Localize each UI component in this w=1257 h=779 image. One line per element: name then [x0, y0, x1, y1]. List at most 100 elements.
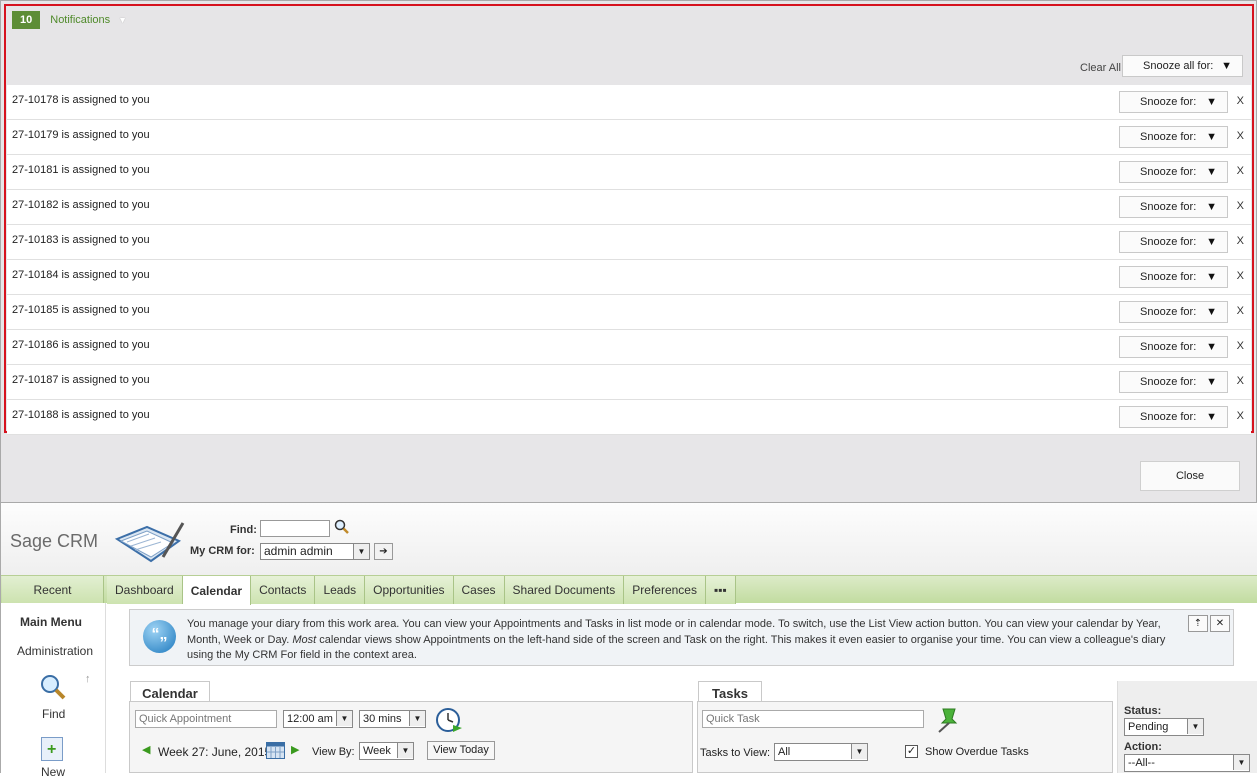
clear-all-link[interactable]: Clear All — [1080, 62, 1121, 74]
dismiss-notification-button[interactable]: X — [1237, 305, 1244, 317]
mycrm-select[interactable]: admin admin ▼ — [260, 543, 370, 560]
caret-down-icon: ▼ — [1206, 306, 1217, 318]
tasks-to-view-value: All — [778, 746, 791, 758]
notification-text: 27-10181 is assigned to you — [12, 164, 150, 176]
notification-text: 27-10178 is assigned to you — [12, 94, 150, 106]
notification-row: 27-10185 is assigned to you Snooze for: ▼ X — [7, 295, 1251, 330]
notification-title[interactable]: Notifications — [50, 14, 110, 26]
dismiss-notification-button[interactable]: X — [1237, 340, 1244, 352]
notification-header[interactable]: 10 Notifications ▼ — [12, 10, 127, 30]
pushpin-icon[interactable] — [933, 705, 961, 733]
close-info-icon[interactable]: ✕ — [1210, 615, 1230, 632]
snooze-label: Snooze for: — [1140, 271, 1197, 283]
snooze-dropdown[interactable]: Snooze for: ▼ — [1119, 196, 1228, 218]
quick-appointment-input[interactable]: Quick Appointment — [135, 710, 277, 728]
diary-icon — [114, 522, 185, 563]
magnifier-icon[interactable] — [39, 673, 67, 701]
time-value: 12:00 am — [287, 713, 333, 725]
find-input[interactable] — [260, 520, 330, 537]
collapse-info-icon[interactable]: ⇡ — [1188, 615, 1208, 632]
tab-shared-documents[interactable]: Shared Documents — [504, 576, 625, 604]
tab-more[interactable]: ▪▪▪ — [705, 576, 736, 604]
caret-down-icon: ▼ — [1206, 271, 1217, 283]
notification-text: 27-10183 is assigned to you — [12, 234, 150, 246]
view-by-label: View By: — [312, 746, 355, 758]
new-menu-label[interactable]: New — [41, 765, 65, 779]
caret-down-icon[interactable]: ▼ — [118, 15, 127, 25]
snooze-dropdown[interactable]: Snooze for: ▼ — [1119, 336, 1228, 358]
tasks-to-view-select[interactable]: All ▼ — [774, 743, 868, 761]
tab-leads[interactable]: Leads — [315, 576, 366, 604]
close-button[interactable]: Close — [1140, 461, 1240, 491]
tab-opportunities[interactable]: Opportunities — [365, 576, 454, 604]
snooze-dropdown[interactable]: Snooze for: ▼ — [1119, 371, 1228, 393]
clock-add-icon[interactable] — [435, 707, 463, 733]
snooze-dropdown[interactable]: Snooze for: ▼ — [1119, 161, 1228, 183]
duration-select[interactable]: 30 mins ▼ — [359, 710, 426, 728]
dismiss-notification-button[interactable]: X — [1237, 200, 1244, 212]
caret-down-icon: ▼ — [1206, 201, 1217, 213]
snooze-label: Snooze for: — [1140, 376, 1197, 388]
dismiss-notification-button[interactable]: X — [1237, 130, 1244, 142]
notification-count-badge: 10 — [12, 11, 41, 29]
mycrm-value: admin admin — [264, 544, 333, 558]
snooze-label: Snooze for: — [1140, 131, 1197, 143]
notification-row: 27-10178 is assigned to you Snooze for: ▼ X — [7, 85, 1251, 120]
snooze-dropdown[interactable]: Snooze for: ▼ — [1119, 231, 1228, 253]
new-icon[interactable]: + — [41, 737, 63, 761]
view-today-button[interactable]: View Today — [427, 741, 495, 760]
tab-preferences[interactable]: Preferences — [624, 576, 706, 604]
dismiss-notification-button[interactable]: X — [1237, 235, 1244, 247]
quick-task-input[interactable]: Quick Task — [702, 710, 924, 728]
snooze-dropdown[interactable]: Snooze for: ▼ — [1119, 406, 1228, 428]
dismiss-notification-button[interactable]: X — [1237, 270, 1244, 282]
show-overdue-checkbox[interactable]: ✓ — [905, 745, 918, 758]
view-by-select[interactable]: Week ▼ — [359, 742, 414, 760]
notification-text: 27-10185 is assigned to you — [12, 304, 150, 316]
snooze-dropdown[interactable]: Snooze for: ▼ — [1119, 91, 1228, 113]
action-select[interactable]: --All-- ▼ — [1124, 754, 1250, 772]
caret-down-icon: ▼ — [1206, 236, 1217, 248]
tab-calendar[interactable]: Calendar — [182, 576, 252, 605]
caret-down-icon: ▼ — [1206, 131, 1217, 143]
notification-text: 27-10182 is assigned to you — [12, 199, 150, 211]
snooze-label: Snooze for: — [1140, 411, 1197, 423]
dismiss-notification-button[interactable]: X — [1237, 165, 1244, 177]
snooze-dropdown[interactable]: Snooze for: ▼ — [1119, 126, 1228, 148]
next-week-icon[interactable]: ▶ — [291, 743, 299, 756]
prev-week-icon[interactable]: ◀ — [142, 743, 150, 756]
tab-dashboard[interactable]: Dashboard — [107, 576, 183, 604]
app-logo: Sage CRM — [10, 531, 99, 551]
snooze-label: Snooze for: — [1140, 166, 1197, 178]
administration-link[interactable]: Administration — [17, 644, 93, 658]
go-arrow-button[interactable]: ➔ — [374, 543, 393, 560]
main-menu-label[interactable]: Main Menu — [20, 615, 82, 629]
notification-row: 27-10188 is assigned to you Snooze for: ▼ X — [7, 400, 1251, 435]
snooze-all-dropdown[interactable]: Snooze all for: ▼ — [1122, 55, 1243, 77]
week-label: Week 27: June, 2015 — [158, 745, 272, 759]
dismiss-notification-button[interactable]: X — [1237, 410, 1244, 422]
tab-cases[interactable]: Cases — [453, 576, 505, 604]
scroll-up-icon[interactable]: ↑ — [85, 673, 91, 685]
notification-row: 27-10182 is assigned to you Snooze for: ▼ X — [7, 190, 1251, 225]
main-tabs: Dashboard Calendar Contacts Leads Opportunit… — [107, 576, 736, 605]
snooze-dropdown[interactable]: Snooze for: ▼ — [1119, 301, 1228, 323]
snooze-dropdown[interactable]: Snooze for: ▼ — [1119, 266, 1228, 288]
calendar-icon[interactable] — [266, 742, 285, 759]
info-text: You manage your diary from this work are… — [187, 617, 1177, 664]
find-label: Find: — [230, 524, 257, 536]
dismiss-notification-button[interactable]: X — [1237, 95, 1244, 107]
notification-text: 27-10184 is assigned to you — [12, 269, 150, 281]
tab-contacts[interactable]: Contacts — [251, 576, 316, 604]
caret-down-icon: ▼ — [1206, 411, 1217, 423]
notification-row: 27-10186 is assigned to you Snooze for: ▼ X — [7, 330, 1251, 365]
recent-tab[interactable]: Recent — [2, 576, 104, 604]
snooze-label: Snooze for: — [1140, 341, 1197, 353]
dismiss-notification-button[interactable]: X — [1237, 375, 1244, 387]
time-select[interactable]: 12:00 am ▼ — [283, 710, 353, 728]
status-select[interactable]: Pending ▼ — [1124, 718, 1204, 736]
snooze-label: Snooze for: — [1140, 201, 1197, 213]
caret-down-icon: ▼ — [1206, 341, 1217, 353]
find-menu-label[interactable]: Find — [42, 707, 65, 721]
search-icon[interactable] — [334, 519, 350, 535]
